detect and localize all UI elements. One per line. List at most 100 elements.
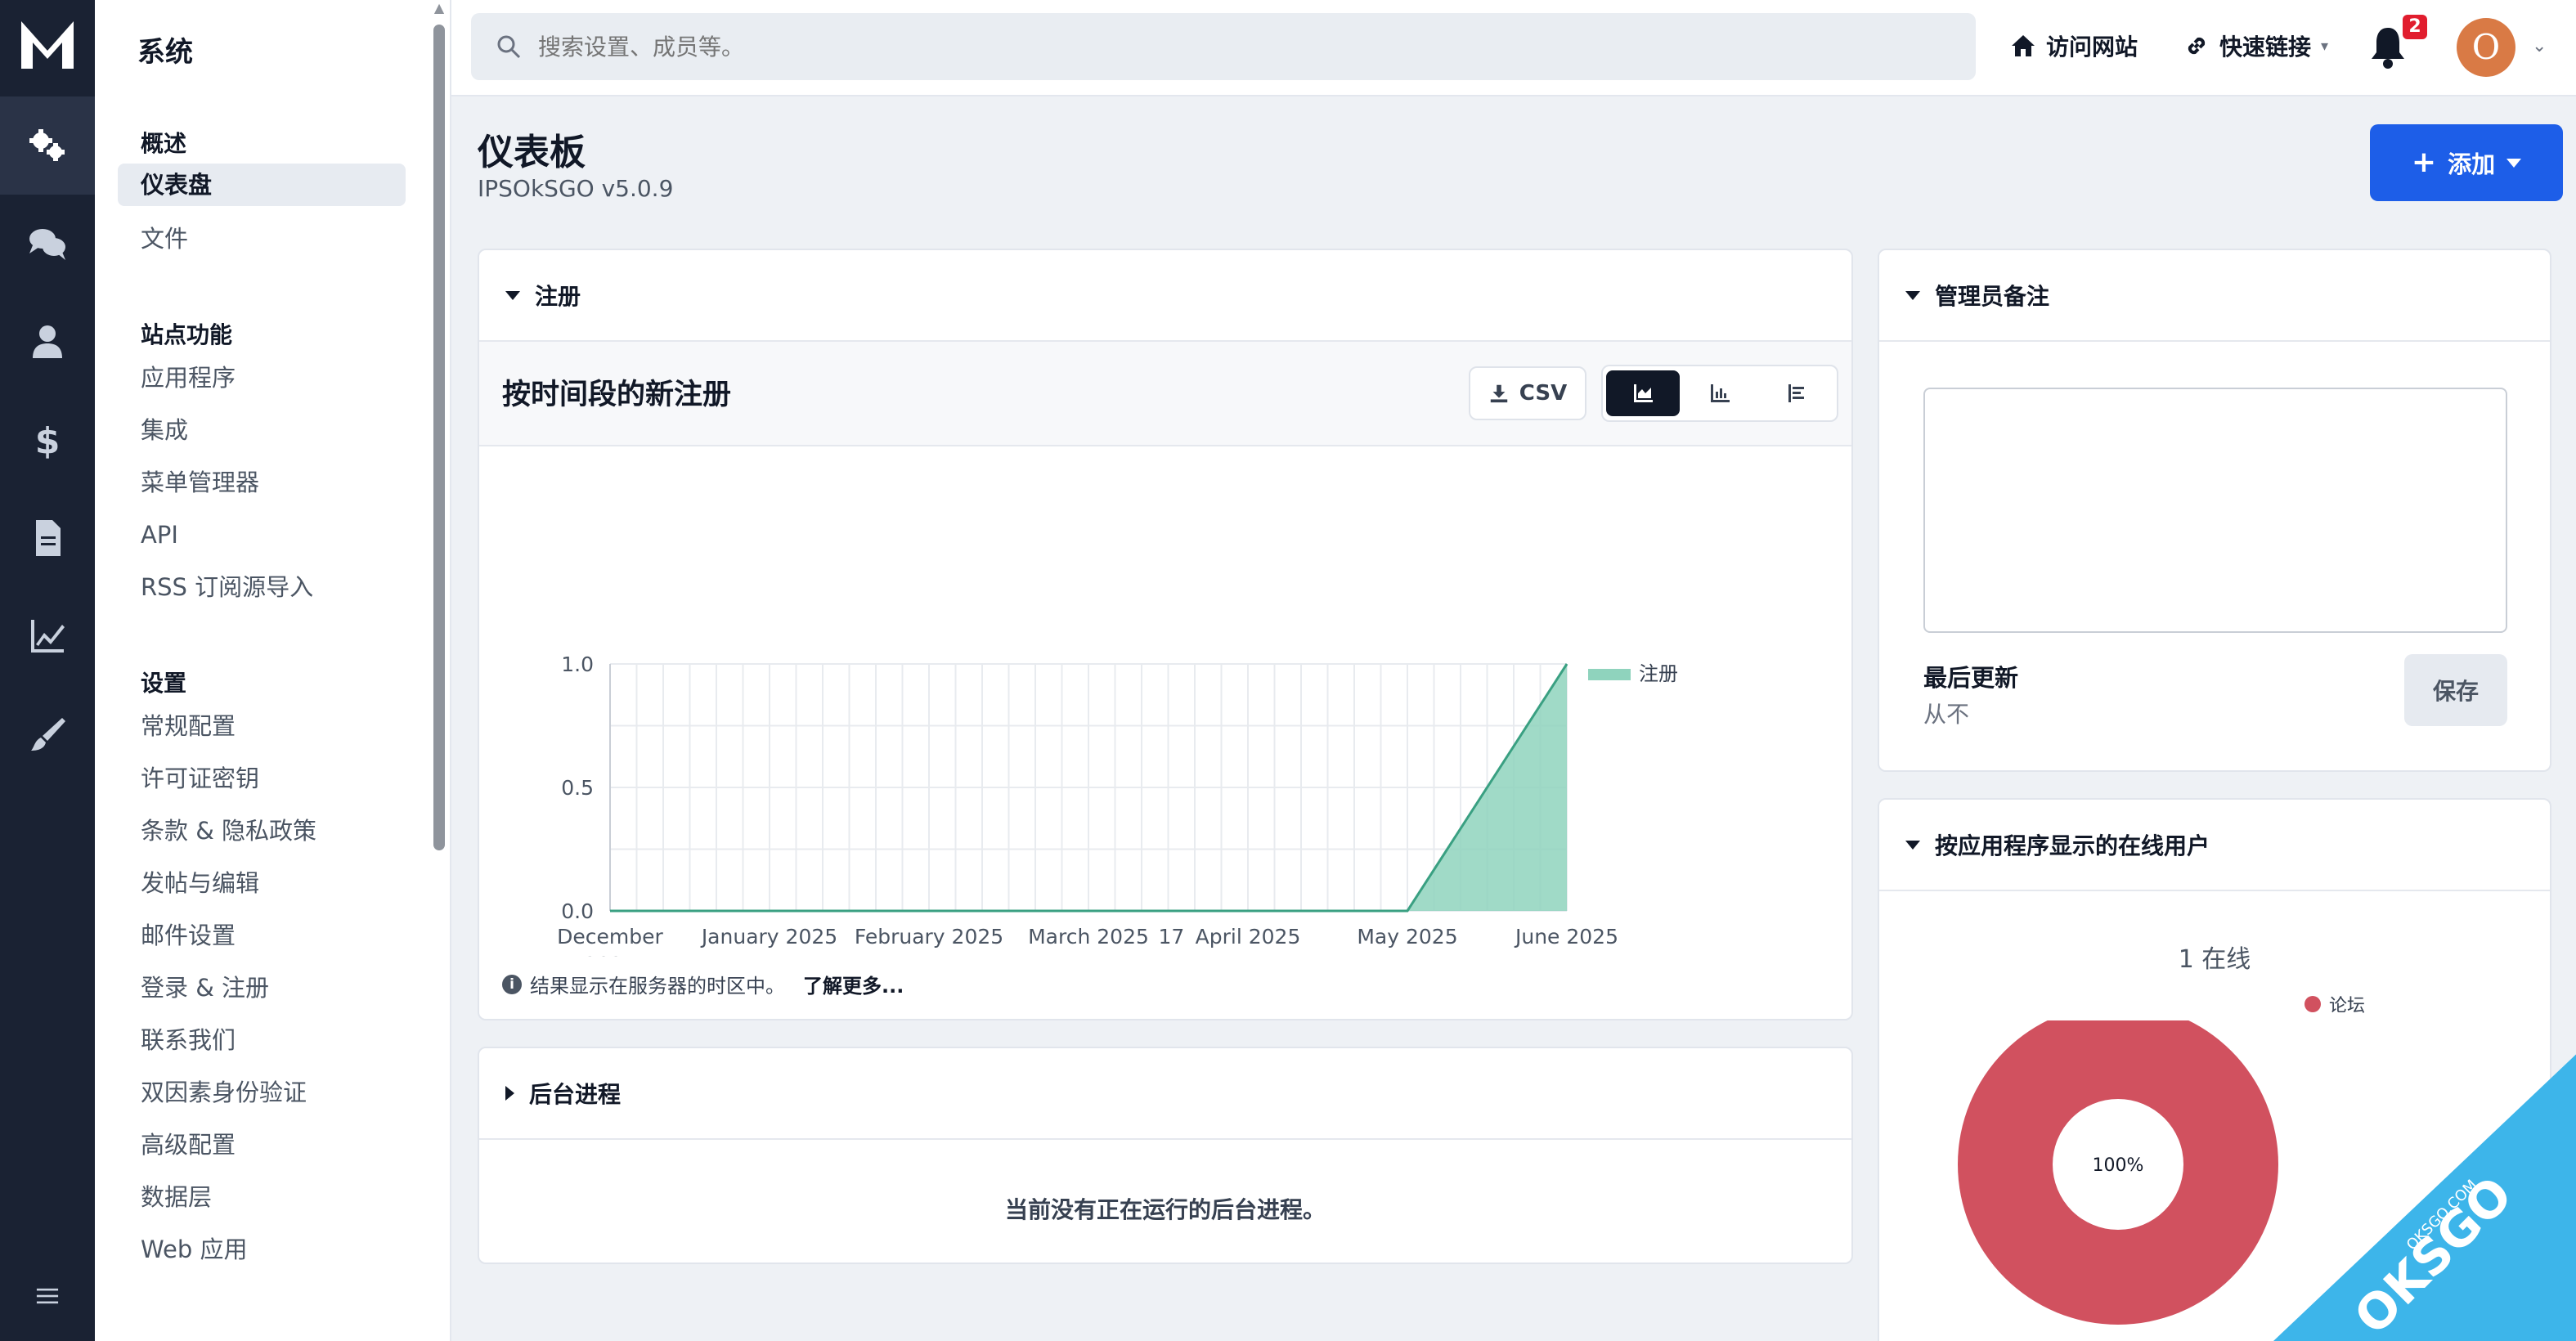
group-settings: 设置	[141, 670, 187, 697]
avatar[interactable]: O	[2457, 18, 2515, 77]
sidebar-item-integrations[interactable]: 集成	[141, 409, 188, 451]
rail-system[interactable]	[0, 96, 95, 195]
bell-icon[interactable]	[2368, 25, 2408, 69]
rail-menu-toggle[interactable]	[0, 1259, 95, 1333]
last-updated-label: 最后更新	[1923, 664, 2019, 692]
sidebar-item-general[interactable]: 常规配置	[141, 705, 236, 747]
sidebar-item-rss-import[interactable]: RSS 订阅源导入	[141, 566, 313, 608]
sidebar-item-webapp[interactable]: Web 应用	[141, 1228, 247, 1271]
bar-chart-button[interactable]	[1683, 370, 1757, 416]
sidebar-item-advanced[interactable]: 高级配置	[141, 1123, 236, 1166]
chevron-down-icon	[2506, 158, 2522, 168]
y-tick-label: 0.5	[561, 776, 594, 800]
visit-site-link[interactable]: 访问网站	[2010, 29, 2138, 62]
background-tasks-empty: 当前没有正在运行的后台进程。	[1004, 1196, 1326, 1223]
home-icon	[2012, 35, 2035, 56]
online-users-header[interactable]: 按应用程序显示的在线用户	[1879, 800, 2550, 891]
table-view-button[interactable]	[1760, 370, 1833, 416]
add-button-label: 添加	[2448, 150, 2496, 178]
admin-notes-header[interactable]: 管理员备注	[1879, 250, 2550, 342]
chevron-down-icon: ▾	[2321, 37, 2329, 55]
area-chart-icon	[1634, 384, 1653, 402]
version-label: IPSOkSGO v5.0.9	[478, 175, 674, 202]
chart-title: 按时间段的新注册	[502, 379, 732, 411]
registrations-chart: 1.0 0.5 0.0December 2024 January 2025 Februar…	[557, 653, 1678, 957]
chart-type-toggle	[1601, 365, 1838, 422]
sidebar-item-contact[interactable]: 联系我们	[141, 1019, 236, 1061]
admin-notes-card: 管理员备注 最后更新 从不 保存	[1878, 249, 2551, 772]
watermark-banner: OKSGO OKSGO.COM	[2273, 1054, 2576, 1341]
x-tick-label: December	[557, 925, 663, 949]
system-sidebar: 系统 概述 仪表盘 文件 站点功能 应用程序 集成 菜单管理器 API RSS …	[95, 0, 451, 1341]
admin-notes-title: 管理员备注	[1935, 283, 2050, 310]
sidebar-item-files[interactable]: 文件	[141, 218, 188, 260]
admin-notes-textarea[interactable]	[1923, 388, 2507, 633]
stats-icon	[31, 620, 65, 653]
sidebar-item-applications[interactable]: 应用程序	[141, 357, 236, 399]
chevron-down-icon[interactable]: ⌄	[2532, 36, 2547, 56]
info-icon: i	[502, 974, 522, 994]
caret-down-icon	[1905, 290, 1920, 300]
rail-pages[interactable]	[0, 489, 95, 587]
logo-icon[interactable]	[18, 18, 77, 72]
sidebar-item-email[interactable]: 邮件设置	[141, 914, 236, 957]
page-title: 仪表板	[478, 132, 586, 173]
svg-text:$: $	[35, 420, 61, 461]
background-tasks-card: 后台进程 当前没有正在运行的后台进程。	[478, 1047, 1853, 1264]
group-site-features: 站点功能	[141, 321, 233, 348]
x-tick-label: April 2025	[1196, 925, 1301, 949]
link-icon	[2188, 37, 2206, 55]
registrations-header[interactable]: 注册	[479, 250, 1851, 342]
legend-label: 注册	[1639, 662, 1678, 685]
sidebar-item-posting[interactable]: 发帖与编辑	[141, 862, 259, 904]
rail-customization[interactable]	[0, 685, 95, 783]
sidebar-item-api[interactable]: API	[141, 514, 178, 556]
x-tick-label: February 2025	[855, 925, 1003, 949]
plus-icon: +	[2411, 146, 2437, 179]
search-input[interactable]	[538, 33, 1928, 61]
quick-links-menu[interactable]: 快速链接 ▾	[2183, 29, 2328, 62]
background-tasks-title: 后台进程	[529, 1081, 622, 1108]
rail-community[interactable]	[0, 195, 95, 293]
file-icon	[36, 520, 61, 556]
sidebar-item-dashboard[interactable]: 仪表盘	[118, 164, 406, 206]
timezone-note-text: 结果显示在服务器的时区中。	[530, 975, 785, 998]
chart-toolbar: 按时间段的新注册 CSV	[479, 342, 1851, 446]
sidebar-item-menu-manager[interactable]: 菜单管理器	[141, 461, 259, 504]
sidebar-item-login[interactable]: 登录 & 注册	[141, 967, 269, 1009]
x-tick-label: June 2025	[1514, 925, 1618, 949]
last-updated-value: 从不	[1923, 701, 1970, 728]
add-button[interactable]: + 添加	[2370, 124, 2563, 201]
timezone-note: i 结果显示在服务器的时区中。 了解更多...	[502, 970, 904, 998]
download-icon	[1490, 384, 1507, 403]
search-box[interactable]	[471, 13, 1976, 80]
caret-down-icon	[505, 290, 520, 300]
sidebar-title: 系统	[137, 36, 193, 69]
table-icon	[1788, 384, 1804, 402]
rail-members[interactable]	[0, 293, 95, 391]
csv-button[interactable]: CSV	[1469, 366, 1586, 420]
y-tick-label: 1.0	[561, 653, 594, 676]
save-button[interactable]: 保存	[2404, 654, 2507, 726]
learn-more-link[interactable]: 了解更多...	[803, 970, 904, 998]
caret-right-icon	[505, 1086, 514, 1101]
legend-swatch	[1588, 669, 1631, 680]
brush-icon	[31, 718, 65, 751]
area-chart-button[interactable]	[1606, 370, 1680, 416]
dollar-icon: $	[35, 420, 61, 461]
rail-commerce[interactable]: $	[0, 391, 95, 489]
quick-links-label: 快速链接	[2219, 34, 2312, 61]
sidebar-item-terms[interactable]: 条款 & 隐私政策	[141, 810, 316, 852]
sidebar-scrollbar[interactable]	[433, 25, 445, 850]
search-icon	[497, 35, 521, 59]
online-count: 1 在线	[2178, 945, 2251, 974]
sidebar-item-license[interactable]: 许可证密钥	[141, 757, 259, 800]
background-tasks-header[interactable]: 后台进程	[479, 1048, 1851, 1140]
scroll-up-arrow[interactable]: ▲	[433, 0, 445, 16]
x-tick-label: May 2025	[1357, 925, 1457, 949]
sidebar-item-datalayer[interactable]: 数据层	[141, 1176, 212, 1218]
notification-badge: 2	[2403, 15, 2427, 39]
sidebar-item-2fa[interactable]: 双因素身份验证	[141, 1071, 307, 1114]
user-icon	[33, 325, 62, 358]
rail-stats[interactable]	[0, 587, 95, 685]
